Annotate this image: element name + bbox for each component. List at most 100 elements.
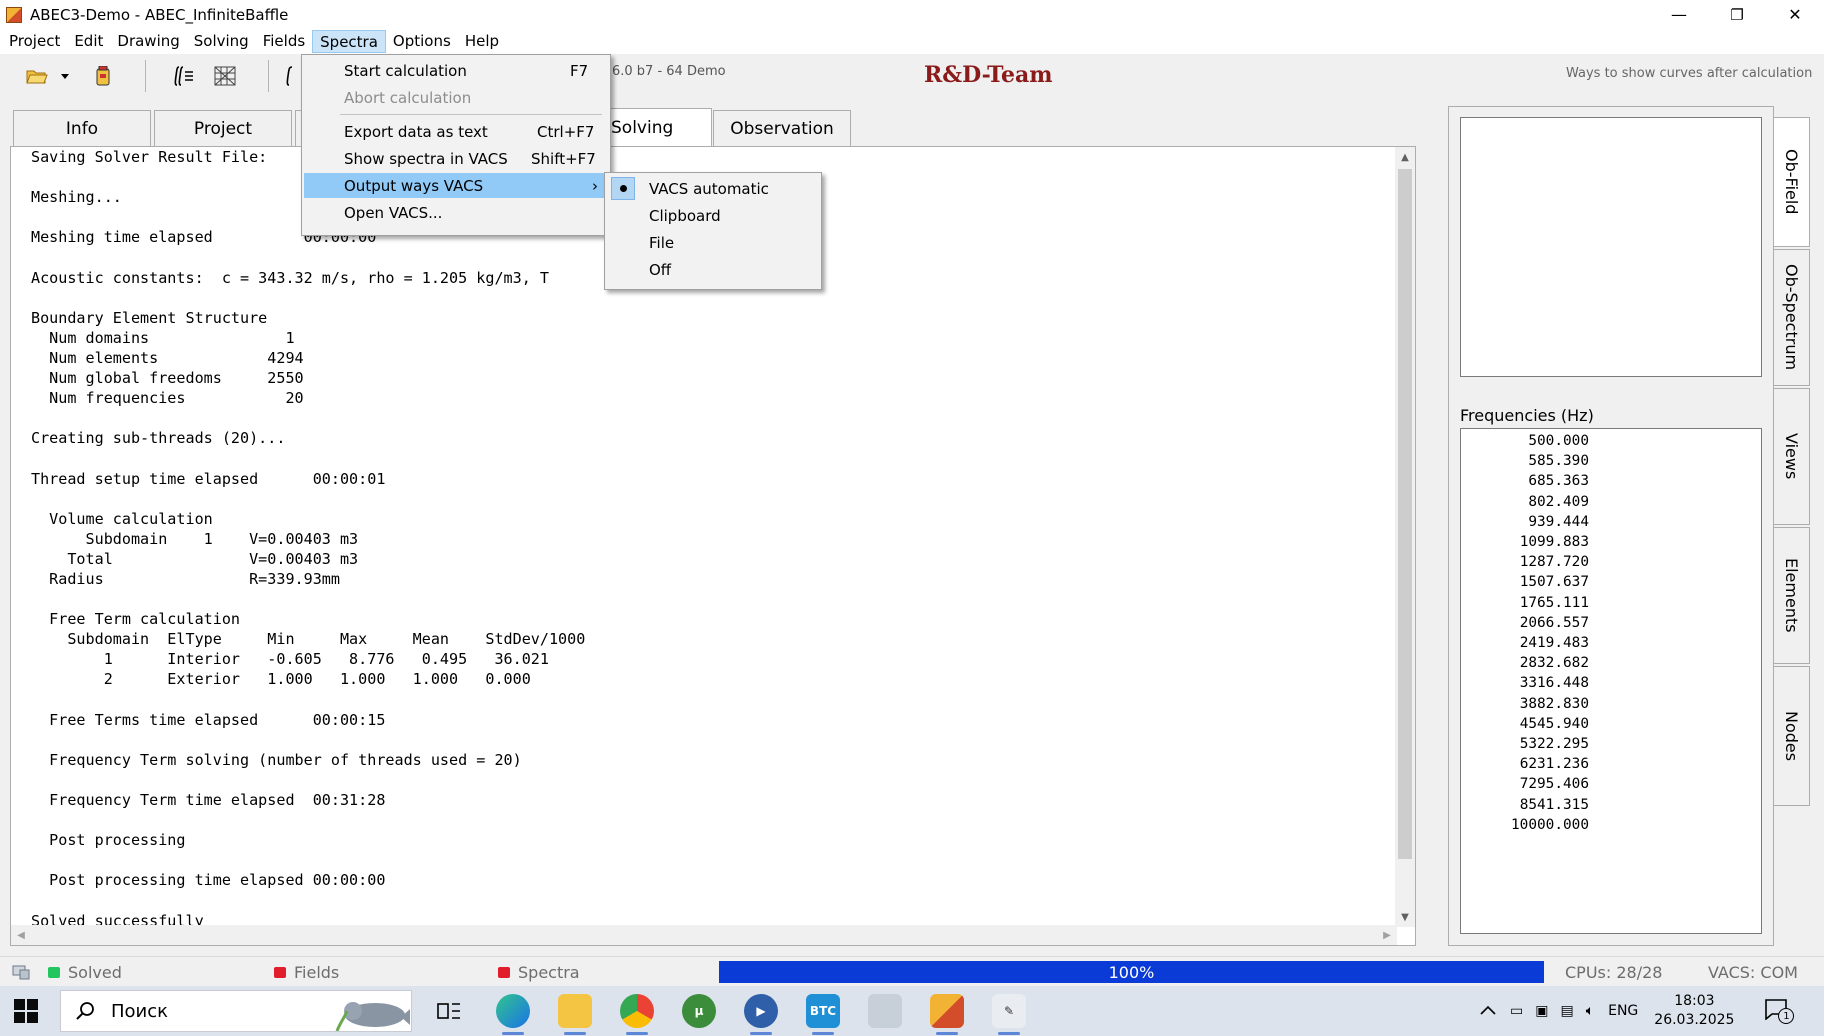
tab-views[interactable]: Views xyxy=(1774,388,1810,525)
scroll-down-icon[interactable]: ▼ xyxy=(1395,907,1415,927)
frequency-item[interactable]: 10000.000 xyxy=(1461,815,1589,835)
clock[interactable]: 18:03 26.03.2025 xyxy=(1654,992,1734,1030)
log-line: Free Terms time elapsed 00:00:15 xyxy=(31,710,386,729)
submenu-clipboard[interactable]: Clipboard xyxy=(607,203,819,228)
progress-text: 100% xyxy=(1108,962,1155,982)
menu-drawing[interactable]: Drawing xyxy=(110,30,186,53)
menu-fields[interactable]: Fields xyxy=(256,30,312,53)
frequency-item[interactable]: 500.000 xyxy=(1461,431,1589,451)
menu-export-data-label: Export data as text xyxy=(344,122,488,141)
edge-browser-icon[interactable] xyxy=(496,994,530,1028)
frequency-item[interactable]: 585.390 xyxy=(1461,451,1589,471)
task-view-icon[interactable] xyxy=(432,994,466,1028)
windows-start-icon[interactable] xyxy=(14,999,38,1023)
frequencies-list[interactable]: 500.000 585.390 685.363 802.409 939.444 1099.… xyxy=(1460,428,1762,934)
tab-observation[interactable]: Observation xyxy=(713,110,851,146)
menu-spectra[interactable]: Spectra xyxy=(312,30,386,53)
submenu-file-label: File xyxy=(649,233,675,252)
running-indicator xyxy=(812,1032,834,1035)
frequency-item[interactable]: 1765.111 xyxy=(1461,593,1589,613)
btc-app-icon[interactable]: BTC xyxy=(806,994,840,1028)
menu-export-data[interactable]: Export data as text Ctrl+F7 xyxy=(304,119,608,144)
maximize-button[interactable]: ❐ xyxy=(1708,0,1766,29)
menu-output-ways-vacs[interactable]: Output ways VACS › xyxy=(304,173,608,198)
search-icon xyxy=(75,1001,95,1026)
language-indicator[interactable]: ENG xyxy=(1608,1003,1638,1019)
scroll-right-icon[interactable]: ▶ xyxy=(1377,925,1397,945)
radio-dot-icon xyxy=(620,185,627,192)
menu-abort-calculation[interactable]: Abort calculation xyxy=(304,85,608,110)
frequency-item[interactable]: 685.363 xyxy=(1461,471,1589,491)
chevron-up-icon[interactable] xyxy=(1480,1003,1496,1019)
utorrent-icon[interactable]: µ xyxy=(682,994,716,1028)
frequency-item[interactable]: 8541.315 xyxy=(1461,795,1589,815)
frequency-item[interactable]: 2066.557 xyxy=(1461,613,1589,633)
frequency-item[interactable]: 2832.682 xyxy=(1461,653,1589,673)
frequency-item[interactable]: 3882.830 xyxy=(1461,694,1589,714)
save-jar-icon[interactable] xyxy=(90,64,116,88)
integral-list-icon[interactable] xyxy=(170,64,196,88)
toolbar-separator xyxy=(268,60,269,92)
network-icon[interactable]: ▤ xyxy=(1560,1003,1573,1019)
menu-show-spectra-vacs[interactable]: Show spectra in VACS Shift+F7 xyxy=(304,146,608,171)
frequency-item[interactable]: 1287.720 xyxy=(1461,552,1589,572)
file-explorer-icon[interactable] xyxy=(558,994,592,1028)
close-button[interactable]: ✕ xyxy=(1766,0,1824,29)
output-ways-submenu: VACS automatic Clipboard File Off xyxy=(604,172,822,290)
frequency-item[interactable]: 7295.406 xyxy=(1461,774,1589,794)
scrollbar-thumb[interactable] xyxy=(1398,169,1412,859)
mesh-grid-icon[interactable] xyxy=(212,64,238,88)
horizontal-scrollbar[interactable]: ◀ ▶ xyxy=(11,925,1397,945)
frequency-item[interactable]: 4545.940 xyxy=(1461,714,1589,734)
frequency-item[interactable]: 939.444 xyxy=(1461,512,1589,532)
menu-options[interactable]: Options xyxy=(386,30,458,53)
tab-elements[interactable]: Elements xyxy=(1774,527,1810,664)
menu-edit[interactable]: Edit xyxy=(67,30,110,53)
notification-icon[interactable]: 1 xyxy=(1764,998,1795,1024)
integral-icon[interactable] xyxy=(284,64,300,88)
frequencies-values: 500.000 585.390 685.363 802.409 939.444 1099.… xyxy=(1461,431,1589,835)
tab-nodes[interactable]: Nodes xyxy=(1774,666,1810,806)
submenu-vacs-automatic[interactable]: VACS automatic xyxy=(607,176,819,201)
monitor-app-icon[interactable] xyxy=(868,994,902,1028)
tab-ob-field[interactable]: Ob-Field xyxy=(1774,117,1810,247)
frequency-item[interactable]: 1099.883 xyxy=(1461,532,1589,552)
chrome-browser-icon[interactable] xyxy=(620,994,654,1028)
taskbar-search[interactable]: Поиск xyxy=(60,990,412,1032)
volume-icon[interactable]: 🔈︎ xyxy=(1586,1003,1594,1019)
menu-solving[interactable]: Solving xyxy=(187,30,256,53)
submenu-off[interactable]: Off xyxy=(607,257,819,282)
menu-bar: Project Edit Drawing Solving Fields Spec… xyxy=(0,29,1824,54)
minimize-button[interactable]: — xyxy=(1650,0,1708,29)
tab-info[interactable]: Info xyxy=(13,110,151,146)
scroll-left-icon[interactable]: ◀ xyxy=(11,925,31,945)
frequency-item[interactable]: 1507.637 xyxy=(1461,572,1589,592)
tab-ob-spectrum[interactable]: Ob-Spectrum xyxy=(1774,249,1810,386)
menu-start-calculation[interactable]: Start calculation F7 xyxy=(304,58,608,83)
menu-help[interactable]: Help xyxy=(458,30,506,53)
vertical-scrollbar[interactable]: ▲ ▼ xyxy=(1395,147,1415,927)
running-indicator xyxy=(750,1032,772,1035)
shield-icon[interactable]: ▣ xyxy=(1535,1003,1548,1019)
tab-project[interactable]: Project xyxy=(154,110,292,146)
frequency-item[interactable]: 6231.236 xyxy=(1461,754,1589,774)
ways-hint-label: Ways to show curves after calculation xyxy=(1566,66,1813,81)
menu-open-vacs[interactable]: Open VACS... xyxy=(304,200,608,225)
frequency-item[interactable]: 802.409 xyxy=(1461,492,1589,512)
menu-start-calculation-shortcut: F7 xyxy=(570,61,589,80)
frequency-item[interactable]: 2419.483 xyxy=(1461,633,1589,653)
media-player-icon[interactable]: ▶ xyxy=(744,994,778,1028)
menu-output-ways-vacs-label: Output ways VACS xyxy=(344,176,484,195)
paint-app-icon[interactable]: ✎ xyxy=(992,994,1026,1028)
status-bar: Solved Fields Spectra 100% CPUs: 28/28 V… xyxy=(0,956,1824,986)
meet-now-icon[interactable]: ▭ xyxy=(1510,1003,1523,1019)
open-folder-icon[interactable] xyxy=(24,64,50,88)
submenu-file[interactable]: File xyxy=(607,230,819,255)
menu-project[interactable]: Project xyxy=(2,30,67,53)
chevron-down-icon[interactable] xyxy=(58,64,72,88)
abec-app-icon[interactable] xyxy=(930,994,964,1028)
scroll-up-icon[interactable]: ▲ xyxy=(1395,147,1415,167)
status-fields: Fields xyxy=(274,957,339,987)
frequency-item[interactable]: 5322.295 xyxy=(1461,734,1589,754)
frequency-item[interactable]: 3316.448 xyxy=(1461,673,1589,693)
